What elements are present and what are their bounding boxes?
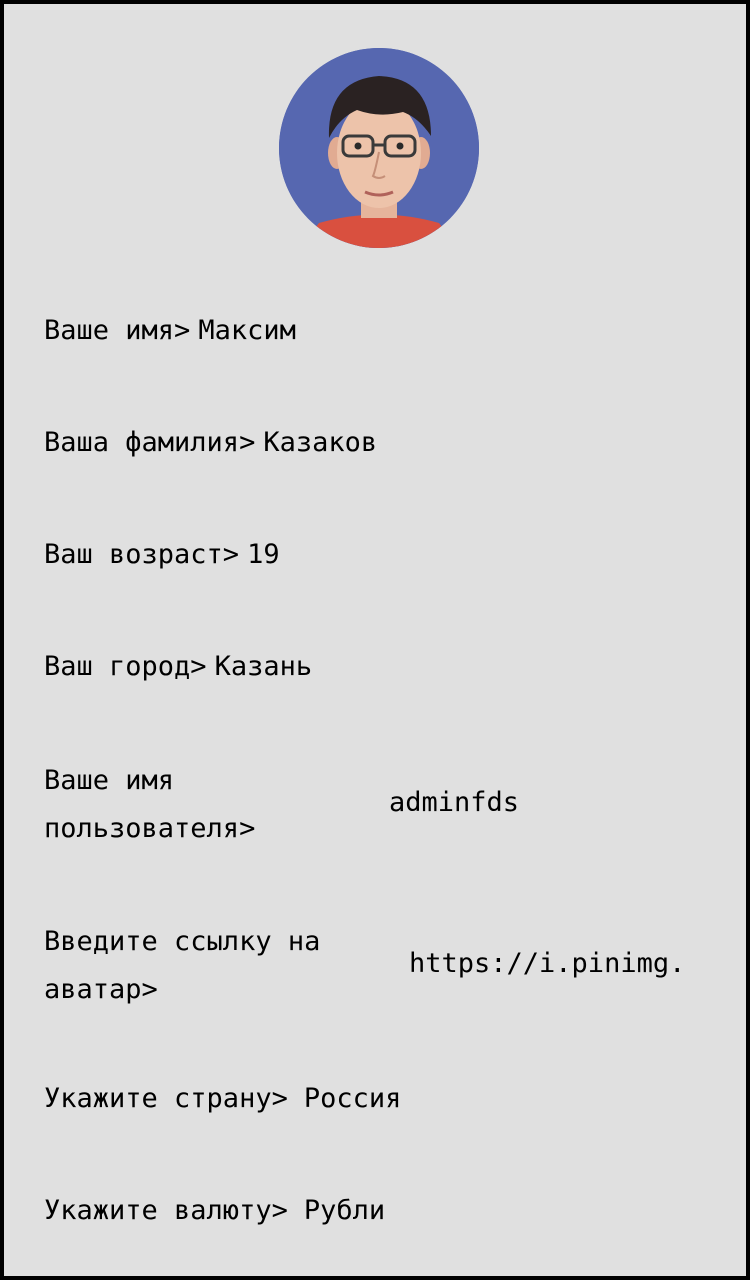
last-name-value[interactable]: Казаков <box>263 426 377 460</box>
city-row: Ваш город> Казань <box>44 650 312 684</box>
avatar-url-label: Введите ссылку на аватар> <box>44 926 321 1005</box>
currency-label: Укажите валюту> <box>44 1195 288 1226</box>
age-row: Ваш возраст> 19 <box>44 538 280 572</box>
country-label: Укажите страну> <box>44 1083 288 1114</box>
first-name-row: Ваше имя> Максим <box>44 314 296 348</box>
profile-screen: Ваше имя> Максим Ваша фамилия> Казаков Ваш… <box>0 0 750 1280</box>
avatar[interactable] <box>279 48 479 248</box>
avatar-url-value[interactable]: https://i.pinimg. <box>409 947 685 981</box>
username-label: Ваше имя пользователя> <box>44 765 256 844</box>
currency-value[interactable]: Рубли <box>304 1194 385 1228</box>
country-value[interactable]: Россия <box>304 1082 402 1116</box>
country-row: Укажите страну> Россия <box>44 1082 401 1116</box>
username-value[interactable]: adminfds <box>389 786 519 820</box>
last-name-label: Ваша фамилия> <box>44 427 256 458</box>
age-value[interactable]: 19 <box>247 538 280 572</box>
last-name-row: Ваша фамилия> Казаков <box>44 426 377 460</box>
first-name-value[interactable]: Максим <box>198 314 296 348</box>
city-label: Ваш город> <box>44 651 207 682</box>
age-label: Ваш возраст> <box>44 539 240 570</box>
avatar-image <box>279 48 479 248</box>
first-name-label: Ваше имя> <box>44 315 191 346</box>
currency-row: Укажите валюту> Рубли <box>44 1194 385 1228</box>
city-value[interactable]: Казань <box>215 650 313 684</box>
